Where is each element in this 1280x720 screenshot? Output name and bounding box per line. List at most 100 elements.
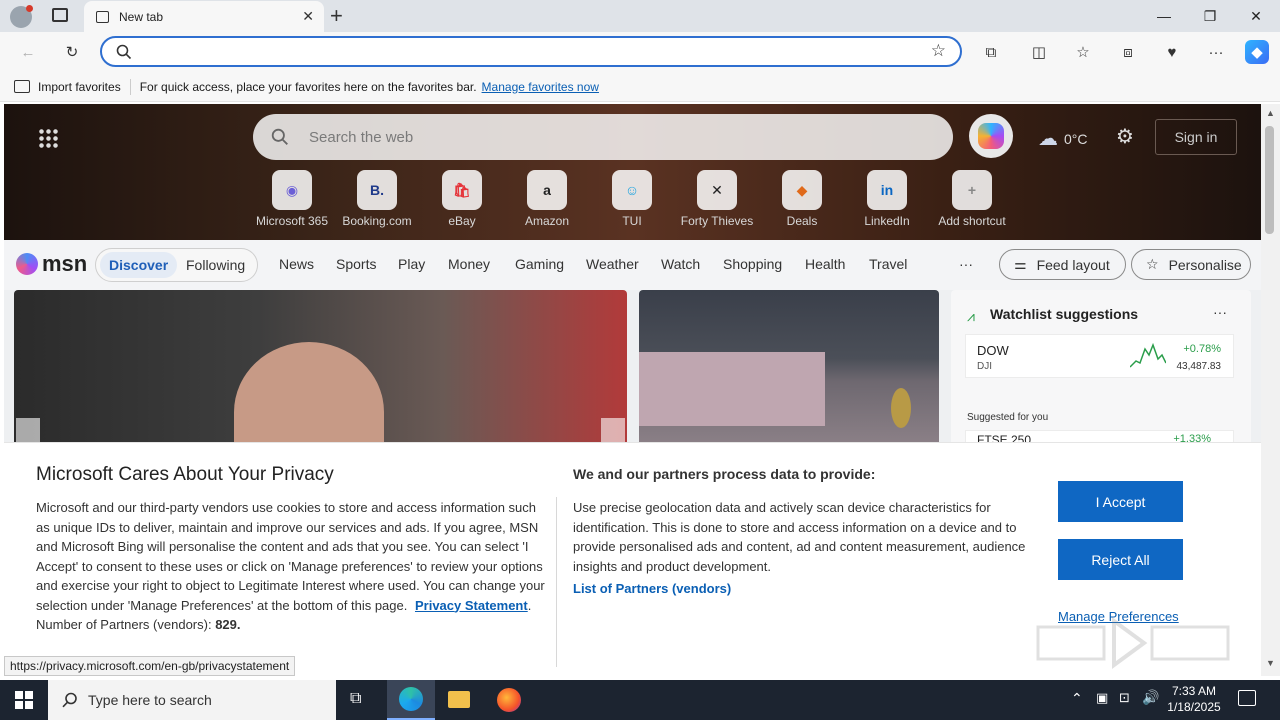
minimize-button[interactable]: —: [1141, 0, 1187, 32]
copilot-button[interactable]: [969, 114, 1013, 158]
network-icon[interactable]: ⊡: [1119, 690, 1130, 706]
nav-more-button[interactable]: ···: [959, 256, 973, 272]
data-processing-title: We and our partners process data to prov…: [573, 466, 876, 482]
tray-chevron-icon[interactable]: ⌃: [1071, 690, 1083, 707]
new-tab-button[interactable]: +: [330, 3, 343, 29]
nav-health[interactable]: Health: [805, 256, 845, 272]
nav-play[interactable]: Play: [398, 256, 425, 272]
msn-logo[interactable]: msn: [16, 251, 87, 277]
tab-new-tab[interactable]: New tab ✕: [84, 1, 324, 32]
cloud-icon: ☁: [1038, 128, 1058, 150]
shortcut-icon: +: [952, 170, 992, 210]
import-favorites-icon[interactable]: [14, 80, 30, 93]
reject-all-button[interactable]: Reject All: [1058, 539, 1183, 580]
partners-list-link[interactable]: List of Partners (vendors): [573, 581, 731, 596]
nav-watch[interactable]: Watch: [661, 256, 700, 272]
watermark-logo: [1034, 613, 1234, 673]
shortcut-add-shortcut[interactable]: + Add shortcut: [930, 170, 1014, 228]
feed-card-main[interactable]: [14, 290, 627, 442]
favorites-bar: Import favorites For quick access, place…: [0, 72, 1280, 102]
shortcut-tui[interactable]: ☺ TUI: [590, 170, 674, 228]
favorites-icon[interactable]: ☆: [1071, 40, 1095, 64]
page-scrollbar[interactable]: ▲ ▼: [1261, 104, 1280, 676]
shortcut-linkedin[interactable]: in LinkedIn: [845, 170, 929, 228]
tab-following[interactable]: Following: [186, 252, 245, 278]
favorites-bar-divider: [129, 78, 131, 95]
profile-icon[interactable]: [10, 5, 33, 28]
privacy-divider: [556, 497, 557, 667]
firefox-icon[interactable]: [497, 688, 521, 712]
page-settings-icon[interactable]: ⚙: [1116, 124, 1134, 149]
accept-button[interactable]: I Accept: [1058, 481, 1183, 522]
shortcut-icon: in: [867, 170, 907, 210]
discover-following-toggle: Discover Following: [95, 248, 258, 282]
nav-travel[interactable]: Travel: [869, 256, 907, 272]
privacy-statement-link[interactable]: Privacy Statement: [415, 598, 528, 613]
search-icon: [116, 44, 132, 60]
nav-gaming[interactable]: Gaming: [515, 256, 564, 272]
shortcut-booking-com[interactable]: B. Booking.com: [335, 170, 419, 228]
nav-money[interactable]: Money: [448, 256, 490, 272]
favorites-hint: For quick access, place your favorites h…: [139, 79, 477, 94]
personalise-button[interactable]: ☆ Personalise: [1131, 249, 1251, 280]
privacy-body: Microsoft and our third-party vendors us…: [36, 500, 545, 613]
shortcut-amazon[interactable]: a Amazon: [505, 170, 589, 228]
shortcut-ebay[interactable]: 🛍 eBay: [420, 170, 504, 228]
tray-device-icon[interactable]: ▣: [1096, 690, 1108, 706]
copilot-icon[interactable]: ◆: [1245, 40, 1269, 64]
collections-icon[interactable]: ⧈: [1116, 40, 1140, 64]
carousel-next-button[interactable]: [601, 418, 625, 442]
shortcut-forty-thieves[interactable]: ✕ Forty Thieves: [675, 170, 759, 228]
favorite-star-icon[interactable]: ☆: [931, 41, 946, 61]
web-search-placeholder: Search the web: [309, 128, 414, 146]
stock-row-dow[interactable]: DOW DJI +0.78% 43,487.83: [965, 334, 1234, 378]
start-button[interactable]: [15, 691, 33, 709]
volume-icon[interactable]: 🔊: [1142, 689, 1159, 706]
manage-favorites-link[interactable]: Manage favorites now: [482, 80, 599, 94]
split-screen-icon[interactable]: ◫: [1027, 40, 1051, 64]
extensions-icon[interactable]: ⧉: [979, 40, 1003, 64]
title-bar: New tab ✕ + — ❐ ✕: [0, 0, 1280, 32]
close-window-button[interactable]: ✕: [1233, 0, 1279, 32]
msn-butterfly-icon: [16, 253, 38, 275]
sign-in-button[interactable]: Sign in: [1155, 119, 1237, 155]
personalise-icon: ☆: [1146, 256, 1159, 272]
scroll-up-arrow[interactable]: ▲: [1266, 108, 1275, 118]
restore-button[interactable]: ❐: [1187, 0, 1233, 32]
privacy-title: Microsoft Cares About Your Privacy: [36, 464, 334, 485]
import-favorites-link[interactable]: Import favorites: [38, 80, 121, 94]
apps-launcher-icon[interactable]: [38, 128, 58, 148]
watchlist-more-button[interactable]: ···: [1213, 304, 1227, 320]
feed-card-secondary[interactable]: [639, 290, 939, 442]
shortcut-microsoft-365[interactable]: ◉ Microsoft 365: [250, 170, 334, 228]
shortcut-deals[interactable]: ◆ Deals: [760, 170, 844, 228]
nav-weather[interactable]: Weather: [586, 256, 639, 272]
nav-shopping[interactable]: Shopping: [723, 256, 782, 272]
carousel-prev-button[interactable]: [16, 418, 40, 442]
address-bar[interactable]: ☆: [100, 36, 962, 67]
back-button[interactable]: ←: [16, 40, 40, 64]
file-explorer-icon[interactable]: [448, 691, 470, 708]
taskbar-search[interactable]: Type here to search: [48, 680, 336, 720]
nav-sports[interactable]: Sports: [336, 256, 376, 272]
partners-label: Number of Partners (vendors):: [36, 617, 212, 632]
tab-discover[interactable]: Discover: [100, 252, 178, 278]
feed-layout-button[interactable]: ⚌ Feed layout: [999, 249, 1126, 280]
weather-widget[interactable]: ☁ 0°C: [1038, 126, 1088, 151]
close-tab-icon[interactable]: ✕: [302, 8, 314, 25]
tab-actions-icon[interactable]: [52, 8, 68, 22]
web-search-box[interactable]: Search the web: [253, 114, 953, 160]
clock[interactable]: 7:33 AM 1/18/2025: [1166, 683, 1222, 715]
settings-more-icon[interactable]: ···: [1204, 40, 1228, 64]
refresh-button[interactable]: ↻: [60, 40, 84, 64]
nav-news[interactable]: News: [279, 256, 314, 272]
notifications-icon[interactable]: [1238, 690, 1256, 706]
task-view-icon[interactable]: ⧉: [350, 690, 361, 708]
clock-time: 7:33 AM: [1171, 684, 1217, 698]
edge-taskbar-icon[interactable]: [387, 680, 435, 720]
scroll-thumb[interactable]: [1265, 126, 1274, 234]
scroll-down-arrow[interactable]: ▼: [1266, 658, 1275, 668]
performance-icon[interactable]: ♥: [1160, 40, 1184, 64]
hero-background: Search the web ☁ 0°C ⚙ Sign in ◉ Microsof…: [4, 104, 1261, 240]
shortcut-icon: ◉: [272, 170, 312, 210]
